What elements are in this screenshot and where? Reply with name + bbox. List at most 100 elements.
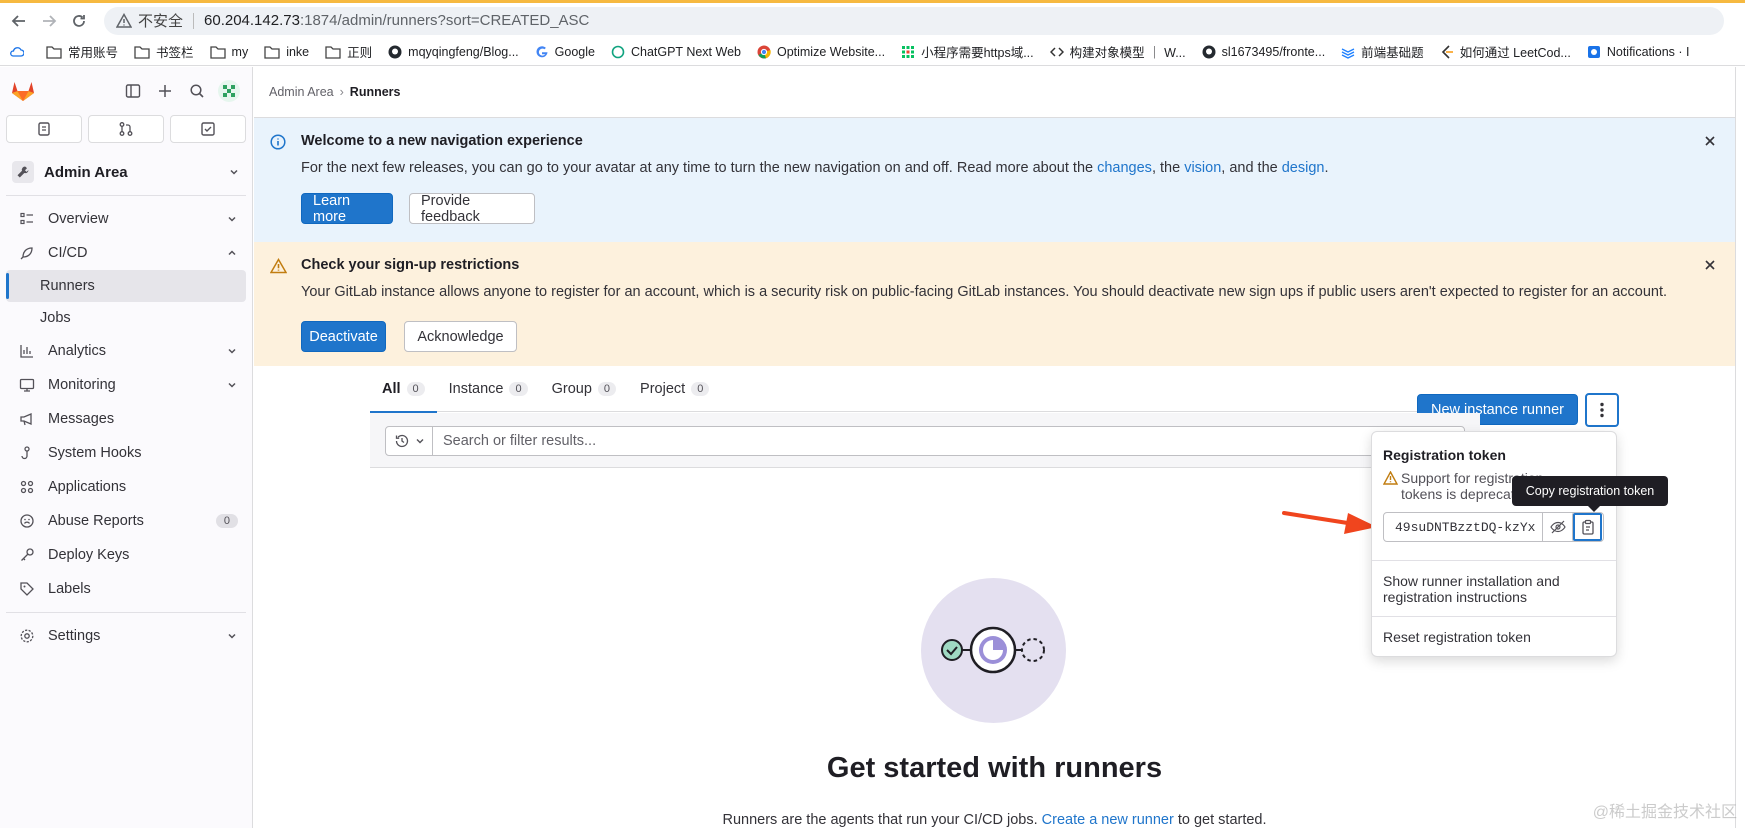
bookmark-item[interactable]: Optimize Website...: [757, 45, 885, 59]
tab-count: 0: [597, 381, 617, 396]
sidebar-item-applications[interactable]: Applications: [6, 470, 246, 504]
forward-icon[interactable]: [34, 6, 64, 36]
insecure-label: 不安全: [138, 13, 184, 30]
bookmark-item[interactable]: Google: [535, 45, 595, 59]
dropdown-title: Registration token: [1383, 447, 1506, 463]
create-runner-link[interactable]: Create a new runner: [1042, 812, 1174, 828]
vision-link[interactable]: vision: [1184, 160, 1221, 176]
bookmark-label: 前端基础题: [1361, 46, 1424, 60]
close-icon[interactable]: [1703, 258, 1717, 272]
abuse-icon: [18, 513, 36, 529]
sidebar-item-settings[interactable]: Settings: [6, 619, 246, 653]
admin-icon: [12, 161, 34, 183]
sidebar-item-jobs[interactable]: Jobs: [6, 302, 246, 334]
sidebar-item-label: Messages: [48, 411, 115, 427]
settings-icon: [18, 628, 36, 644]
acknowledge-button[interactable]: Acknowledge: [404, 321, 517, 352]
avatar[interactable]: [218, 80, 240, 102]
context-switcher[interactable]: Admin Area: [6, 155, 246, 189]
address-bar[interactable]: 不安全 60.204.142.73 :1874/admin/runners?so…: [104, 6, 1724, 35]
close-icon[interactable]: [1703, 134, 1717, 148]
issues-counter[interactable]: [6, 115, 82, 143]
search-icon[interactable]: [186, 80, 208, 102]
bookmark-item[interactable]: my: [209, 44, 249, 59]
watermark: @稀土掘金技术社区: [1592, 804, 1737, 821]
grid-icon: [901, 45, 915, 59]
sidebar-item-abuse-reports[interactable]: Abuse Reports 0: [6, 504, 246, 538]
bookmark-item[interactable]: 书签栏: [134, 42, 194, 61]
gitlab-logo-icon[interactable]: [10, 78, 36, 104]
sidebar-toggle-icon[interactable]: [122, 80, 144, 102]
show-instructions-item[interactable]: Show runner installation and registratio…: [1383, 573, 1593, 605]
bookmark-item[interactable]: 正则: [325, 42, 372, 61]
sidebar-item-monitoring[interactable]: Monitoring: [6, 368, 246, 402]
provide-feedback-button[interactable]: Provide feedback: [409, 193, 535, 225]
copy-token-button[interactable]: [1572, 513, 1603, 541]
bookmark-cloud[interactable]: [10, 45, 30, 59]
github-icon: [1202, 45, 1216, 59]
banner-text: , the: [1151, 160, 1185, 176]
sidebar-item-runners[interactable]: Runners: [6, 270, 246, 302]
warning-icon: [1383, 471, 1398, 502]
empty-text: to get started.: [1173, 812, 1267, 828]
leetcode-icon: [1440, 44, 1454, 59]
bookmark-item[interactable]: 前端基础题: [1341, 42, 1424, 61]
hook-icon: [18, 445, 36, 461]
navigation-banner: Welcome to a new navigation experience F…: [254, 118, 1735, 242]
tab-label: Group: [551, 380, 592, 397]
token-value[interactable]: 49suDNTBzztDQ-kzYx: [1384, 520, 1542, 535]
bookmark-item[interactable]: inke: [264, 45, 309, 59]
tab-all[interactable]: All 0: [370, 366, 437, 413]
breadcrumb-parent[interactable]: Admin Area: [269, 85, 334, 99]
bookmark-item[interactable]: 常用账号: [46, 42, 118, 61]
bookmark-item[interactable]: sl1673495/fronte...: [1202, 45, 1325, 59]
bookmark-item[interactable]: 如何通过 LeetCod...: [1440, 42, 1571, 61]
monitor-icon: [18, 377, 36, 393]
back-icon[interactable]: [4, 6, 34, 36]
label-icon: [18, 581, 36, 597]
bookmark-item[interactable]: ChatGPT Next Web: [611, 45, 741, 59]
sidebar-item-messages[interactable]: Messages: [6, 402, 246, 436]
sidebar-item-labels[interactable]: Labels: [6, 572, 246, 606]
merge-requests-counter[interactable]: [88, 115, 164, 143]
chrome-icon: [757, 45, 771, 59]
changes-link[interactable]: changes: [1097, 160, 1152, 176]
openai-icon: [611, 45, 625, 59]
more-actions-button[interactable]: [1585, 393, 1619, 427]
sidebar-item-deploy-keys[interactable]: Deploy Keys: [6, 538, 246, 572]
learn-more-button[interactable]: Learn more: [301, 193, 393, 225]
deactivate-button[interactable]: Deactivate: [301, 321, 386, 352]
sidebar-item-cicd[interactable]: CI/CD: [6, 236, 246, 270]
sidebar-item-system-hooks[interactable]: System Hooks: [6, 436, 246, 470]
bookmark-item[interactable]: 构建对象模型 ｜ W...: [1049, 42, 1186, 61]
bookmark-item[interactable]: 小程序需要https域...: [901, 42, 1034, 61]
bookmark-label: my: [231, 44, 249, 59]
tab-label: All: [382, 380, 401, 397]
tab-project[interactable]: Project 0: [628, 366, 721, 412]
design-link[interactable]: design: [1282, 160, 1325, 176]
chevron-down-icon: [228, 166, 240, 178]
sidebar-item-analytics[interactable]: Analytics: [6, 334, 246, 368]
url-host: 60.204.142.73: [204, 12, 300, 29]
scrollbar-track[interactable]: [1735, 67, 1745, 828]
divider: [6, 612, 246, 613]
bookmark-label: Google: [554, 44, 595, 59]
hide-token-button[interactable]: [1541, 513, 1573, 541]
search-input[interactable]: [432, 426, 1465, 456]
sidebar-item-overview[interactable]: Overview: [6, 202, 246, 236]
reset-token-item[interactable]: Reset registration token: [1383, 629, 1531, 645]
count-badge: 0: [215, 514, 238, 528]
plus-icon[interactable]: [154, 80, 176, 102]
chevron-down-icon: [226, 379, 238, 391]
bookmark-item[interactable]: Notifications · I: [1587, 45, 1690, 59]
recent-searches-dropdown[interactable]: [385, 426, 433, 456]
tab-group[interactable]: Group 0: [540, 366, 628, 412]
reload-icon[interactable]: [64, 6, 94, 36]
folder-icon: [134, 45, 150, 59]
divider: [1372, 616, 1616, 617]
banner-text: .: [1324, 160, 1329, 176]
sidebar-item-label: Abuse Reports: [48, 513, 144, 529]
todos-counter[interactable]: [170, 115, 246, 143]
bookmark-item[interactable]: mqyqingfeng/Blog...: [388, 45, 519, 59]
tab-instance[interactable]: Instance 0: [437, 366, 540, 412]
